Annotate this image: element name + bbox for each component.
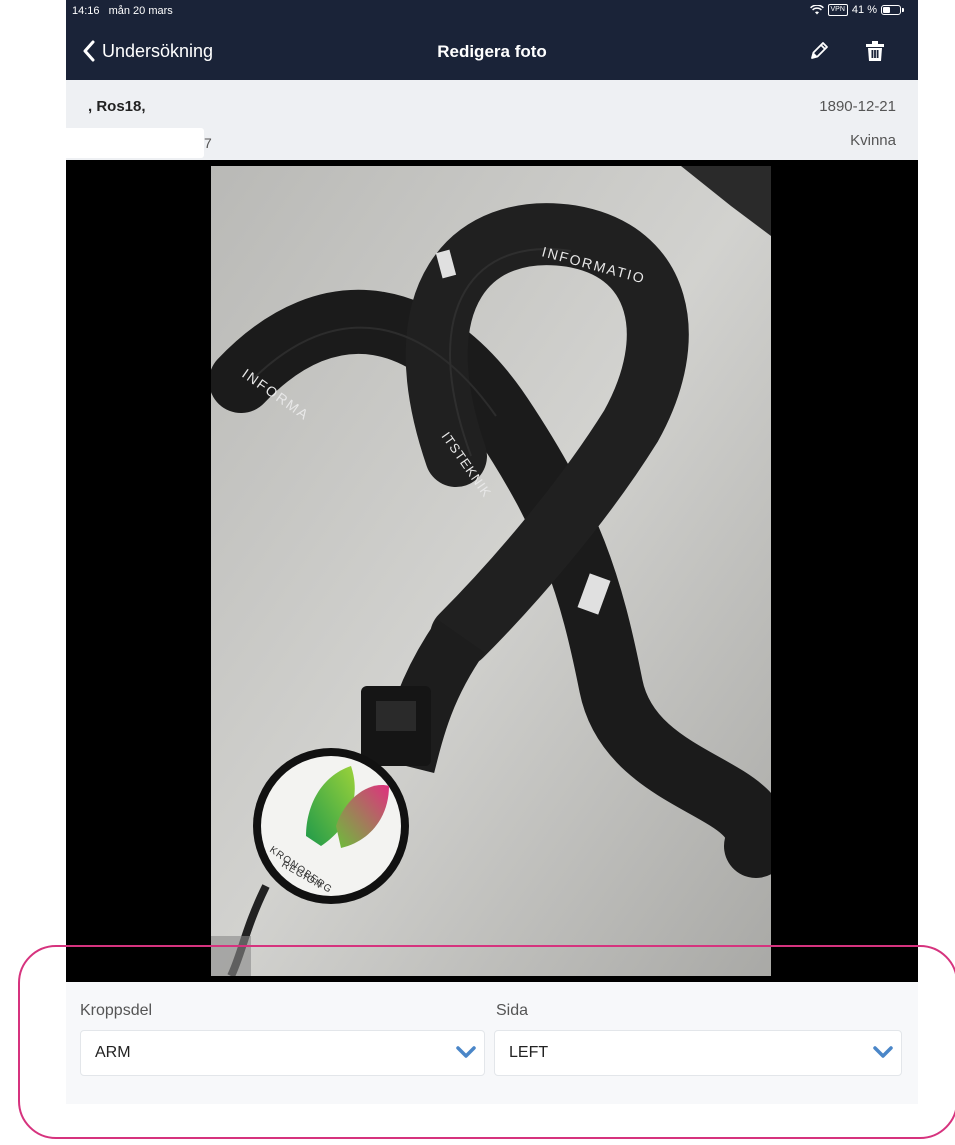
nav-actions <box>806 38 888 64</box>
navigation-bar: Undersökning Redigera foto <box>66 24 918 80</box>
highlight-outline <box>18 945 955 1139</box>
vpn-badge: VPN <box>827 4 848 16</box>
pencil-icon <box>811 42 828 59</box>
edit-button[interactable] <box>806 38 832 64</box>
page-title: Redigera foto <box>437 42 547 61</box>
status-indicators: VPN 41 % <box>809 4 904 16</box>
battery-level <box>883 7 890 13</box>
ipad-screen: 14:16 mån 20 mars VPN 41 % Undersökning … <box>66 0 918 1104</box>
delete-button[interactable] <box>862 38 888 64</box>
status-bar: 14:16 mån 20 mars VPN 41 % <box>66 0 918 24</box>
photo-viewer: INFORMATIO INFORMA ITSTEKNIK REGION KRON… <box>66 160 918 982</box>
patient-name: , Ros18, <box>88 98 146 115</box>
lanyard-photo: INFORMATIO INFORMA ITSTEKNIK REGION KRON… <box>211 166 771 976</box>
battery-icon <box>881 5 901 15</box>
wifi-icon <box>809 5 824 15</box>
status-date: mån 20 mars <box>108 5 173 17</box>
trash-icon <box>866 41 884 61</box>
status-time: 14:16 <box>72 5 100 17</box>
battery-cap <box>902 8 904 12</box>
redacted-id-mask <box>66 128 204 158</box>
battery-percent: 41 % <box>851 4 877 16</box>
patient-sex: Kvinna <box>850 132 896 149</box>
patient-id: 7 <box>204 135 212 151</box>
status-time-date: 14:16 mån 20 mars <box>72 5 179 17</box>
patient-birthdate: 1890-12-21 <box>819 98 896 115</box>
patient-header: , Ros18, 7 1890-12-21 Kvinna <box>66 80 918 160</box>
